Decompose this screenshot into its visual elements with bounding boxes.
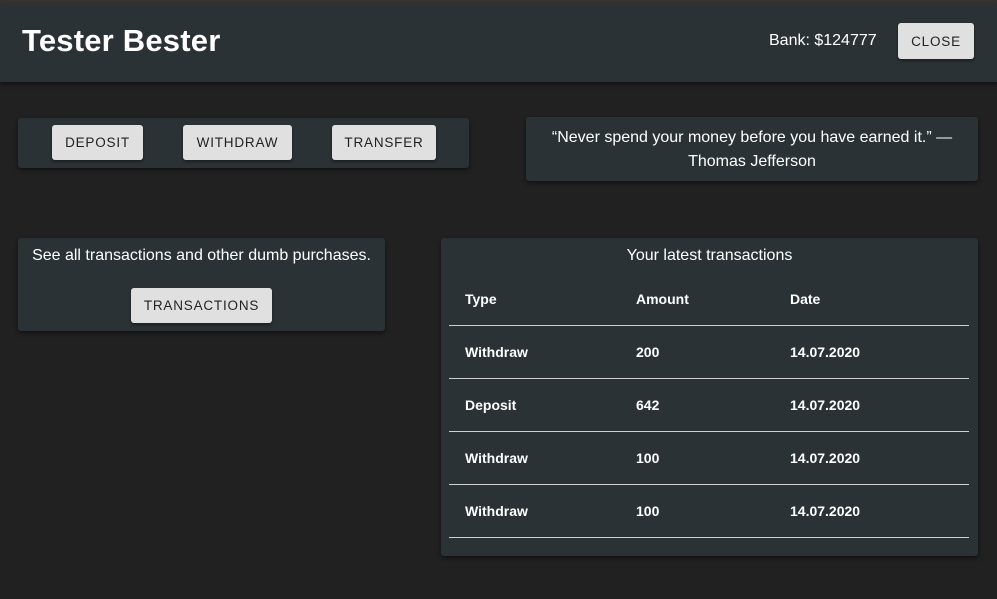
latest-transactions-title: Your latest transactions (626, 247, 793, 264)
column-header-date: Date (790, 273, 969, 326)
table-row: Withdraw 100 14.07.2020 (449, 484, 969, 538)
actions-panel: DEPOSIT WITHDRAW TRANSFER (18, 118, 469, 168)
latest-transactions-panel: Your latest transactions Type Amount Dat… (441, 238, 978, 556)
cell-type: Deposit (449, 378, 636, 432)
cell-amount: 200 (636, 325, 790, 379)
table-header-row: Type Amount Date (449, 273, 969, 326)
transfer-button[interactable]: TRANSFER (332, 125, 436, 160)
transactions-button[interactable]: TRANSACTIONS (131, 288, 272, 323)
cell-date: 14.07.2020 (790, 325, 969, 379)
cell-type: Withdraw (449, 325, 636, 379)
quote-text: “Never spend your money before you have … (551, 129, 953, 170)
table-row: Withdraw 200 14.07.2020 (449, 325, 969, 379)
transactions-description: See all transactions and other dumb purc… (32, 247, 371, 264)
transactions-panel: See all transactions and other dumb purc… (18, 238, 385, 331)
cell-date: 14.07.2020 (790, 484, 969, 538)
close-button[interactable]: CLOSE (898, 23, 974, 59)
cell-date: 14.07.2020 (790, 378, 969, 432)
cell-amount: 100 (636, 484, 790, 538)
column-header-amount: Amount (636, 273, 790, 326)
cell-amount: 100 (636, 431, 790, 485)
transactions-table: Type Amount Date Withdraw 200 14.07.2020… (449, 273, 969, 538)
cell-type: Withdraw (449, 484, 636, 538)
cell-type: Withdraw (449, 431, 636, 485)
withdraw-button[interactable]: WITHDRAW (183, 125, 292, 160)
page-title: Tester Bester (22, 23, 221, 58)
cell-date: 14.07.2020 (790, 431, 969, 485)
cell-amount: 642 (636, 378, 790, 432)
deposit-button[interactable]: DEPOSIT (52, 125, 143, 160)
table-row: Withdraw 100 14.07.2020 (449, 431, 969, 485)
bank-balance: Bank: $124777 (769, 32, 877, 49)
app-header: Tester Bester Bank: $124777 CLOSE (0, 3, 997, 82)
table-row: Deposit 642 14.07.2020 (449, 378, 969, 432)
quote-panel: “Never spend your money before you have … (526, 117, 978, 181)
column-header-type: Type (449, 273, 636, 326)
